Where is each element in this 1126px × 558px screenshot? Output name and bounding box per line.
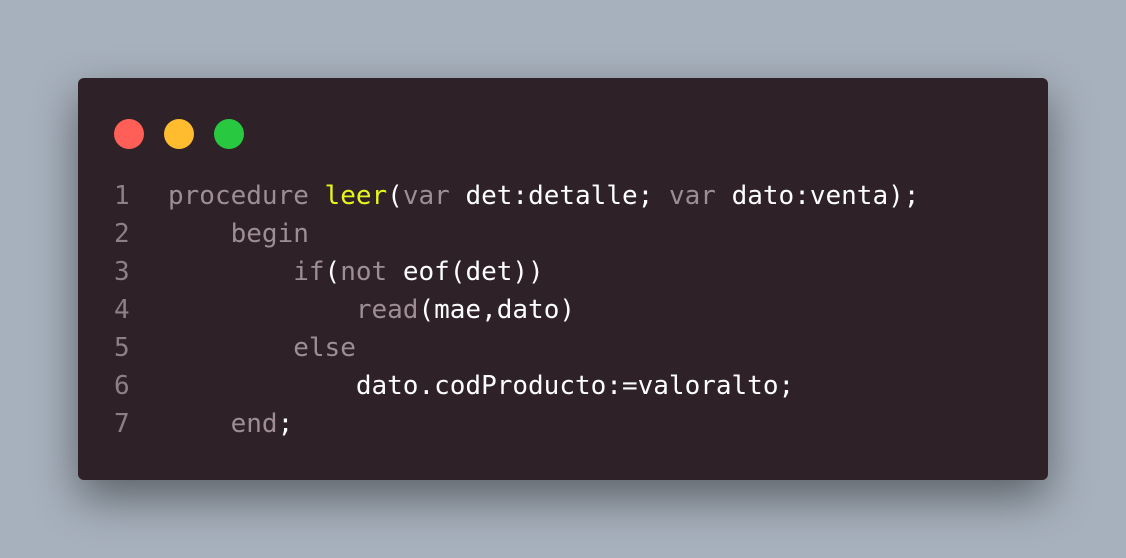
code-token: read xyxy=(355,295,419,325)
code-token: ; xyxy=(277,409,294,439)
code-token: procedure xyxy=(168,181,325,211)
code-line: 7 end; xyxy=(78,405,1048,443)
code-token: leer xyxy=(324,181,388,211)
line-number: 2 xyxy=(114,219,130,249)
code-token: not xyxy=(340,257,403,287)
code-line: 6 dato.codProducto:=valoralto; xyxy=(78,367,1048,405)
code-token: ( xyxy=(387,181,403,211)
code-token: det:detalle; xyxy=(465,181,669,211)
code-window: 1 procedure leer(var det:detalle; var dat… xyxy=(78,78,1048,480)
minimize-window-icon[interactable] xyxy=(164,119,194,149)
code-token: var xyxy=(668,181,732,211)
code-text: else xyxy=(168,329,356,367)
code-text: end; xyxy=(168,405,294,443)
code-line: 1 procedure leer(var det:detalle; var dat… xyxy=(78,177,1048,215)
code-token: dato:venta); xyxy=(731,181,920,211)
line-number: 6 xyxy=(114,371,130,401)
code-text: read(mae,dato) xyxy=(168,291,575,329)
code-token: end xyxy=(230,409,278,439)
code-line: 3 if(not eof(det)) xyxy=(78,253,1048,291)
code-text: dato.codProducto:=valoralto; xyxy=(168,367,794,405)
code-token: var xyxy=(402,181,466,211)
code-line: 5 else xyxy=(78,329,1048,367)
line-number: 1 xyxy=(114,181,130,211)
code-token: else xyxy=(293,333,356,363)
code-token: ( xyxy=(324,257,341,287)
code-line: 2 begin xyxy=(78,215,1048,253)
code-block: 1 procedure leer(var det:detalle; var dat… xyxy=(78,177,1048,443)
line-number: 3 xyxy=(114,257,130,287)
line-number: 7 xyxy=(114,409,130,439)
code-token: if xyxy=(293,257,325,287)
code-token: dato.codProducto:=valoralto; xyxy=(355,371,795,401)
code-token: begin xyxy=(230,219,309,249)
maximize-window-icon[interactable] xyxy=(214,119,244,149)
code-line: 4 read(mae,dato) xyxy=(78,291,1048,329)
line-number: 5 xyxy=(114,333,130,363)
code-text: procedure leer(var det:detalle; var dato… xyxy=(168,177,919,215)
close-window-icon[interactable] xyxy=(114,119,144,149)
code-token: (mae,dato) xyxy=(418,295,576,325)
code-token: eof(det)) xyxy=(402,257,544,287)
line-number: 4 xyxy=(114,295,130,325)
code-text: begin xyxy=(168,215,309,253)
code-text: if(not eof(det)) xyxy=(168,253,544,291)
